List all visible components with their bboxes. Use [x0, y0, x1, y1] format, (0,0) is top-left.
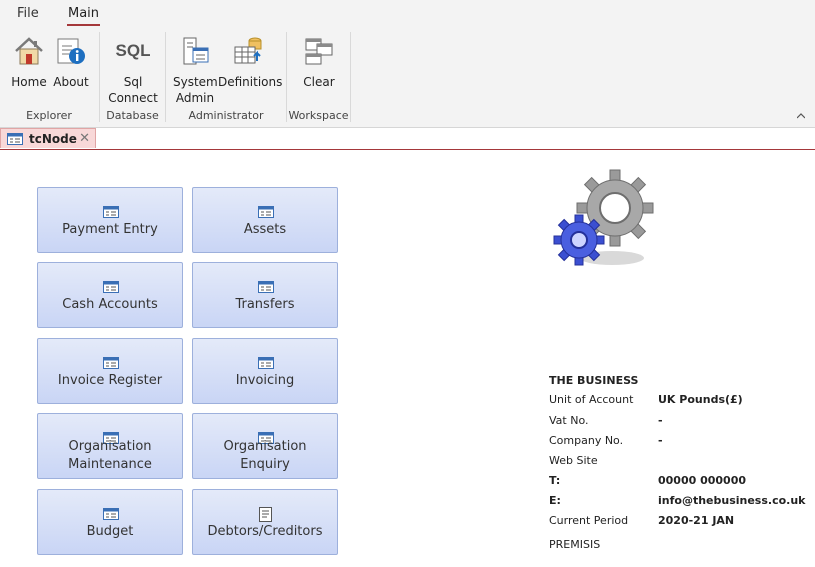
email-value: info@thebusiness.co.uk — [658, 494, 806, 507]
report-icon — [259, 507, 272, 522]
email-label: E: — [549, 494, 561, 507]
cash-accounts-button[interactable]: Cash Accounts — [37, 262, 183, 328]
payment-entry-button[interactable]: Payment Entry — [37, 187, 183, 253]
organisation-enquiry-button[interactable]: Organisation Enquiry — [192, 413, 338, 479]
payment-entry-label: Payment Entry — [62, 222, 158, 237]
business-name: THE BUSINESS — [549, 374, 639, 387]
website-row: Web Site — [549, 454, 809, 472]
clear-button[interactable]: Clear — [300, 34, 338, 90]
organisation-enquiry-label-2: Enquiry — [240, 457, 290, 472]
organisation-maintenance-label-1: Organisation — [68, 439, 152, 454]
unit-of-account-label: Unit of Account — [549, 393, 634, 406]
clear-label: Clear — [303, 75, 335, 89]
form-icon — [103, 281, 119, 293]
clear-workspace-icon — [300, 34, 338, 68]
company-no-label: Company No. — [549, 434, 624, 447]
organisation-enquiry-label-1: Organisation — [223, 439, 307, 454]
form-icon — [103, 206, 119, 218]
debtors-creditors-label: Debtors/Creditors — [207, 524, 323, 539]
form-icon — [7, 132, 23, 145]
premisis-label: PREMISIS — [549, 538, 601, 551]
debtors-creditors-button[interactable]: Debtors/Creditors — [192, 489, 338, 555]
sql-connect-label-2: Connect — [108, 91, 158, 105]
unit-of-account-value: UK Pounds(£) — [658, 393, 743, 406]
about-label: About — [53, 75, 89, 89]
form-icon — [258, 357, 274, 369]
document-tab-strip: tcNode ✕ — [0, 128, 815, 150]
vat-row: Vat No. - — [549, 414, 809, 432]
definitions-button[interactable]: Definitions — [218, 34, 283, 90]
vat-label: Vat No. — [549, 414, 589, 427]
company-no-value: - — [658, 434, 663, 447]
invoicing-label: Invoicing — [235, 373, 295, 388]
phone-label: T: — [549, 474, 561, 487]
phone-row: T: 00000 000000 — [549, 474, 809, 492]
home-label: Home — [11, 75, 47, 89]
menu-main[interactable]: Main — [66, 6, 101, 26]
cash-accounts-label: Cash Accounts — [62, 297, 158, 312]
system-admin-button[interactable]: System Admin — [173, 34, 218, 106]
vat-value: - — [658, 414, 663, 427]
assets-button[interactable]: Assets — [192, 187, 338, 253]
invoice-register-label: Invoice Register — [57, 373, 163, 388]
ribbon: File Main Home About Explorer SQL Sql Co… — [0, 0, 815, 128]
home-button[interactable]: Home — [9, 34, 49, 90]
menu-file[interactable]: File — [17, 6, 39, 21]
tab-tcnode[interactable]: tcNode ✕ — [0, 128, 96, 148]
website-label: Web Site — [549, 454, 598, 467]
form-icon — [258, 206, 274, 218]
collapse-ribbon-icon[interactable] — [797, 112, 805, 120]
form-icon — [103, 508, 119, 520]
group-label-workspace: Workspace — [288, 109, 349, 122]
email-row: E: info@thebusiness.co.uk — [549, 494, 809, 512]
group-separator — [350, 32, 351, 122]
budget-label: Budget — [86, 524, 134, 539]
sql-icon: SQL — [115, 41, 151, 60]
transfers-label: Transfers — [235, 297, 295, 312]
system-admin-label-1: System — [173, 75, 218, 89]
system-admin-label-2: Admin — [175, 91, 215, 105]
about-icon — [52, 34, 90, 68]
tab-title: tcNode — [29, 131, 77, 146]
definitions-label: Definitions — [218, 75, 283, 89]
organisation-maintenance-button[interactable]: Organisation Maintenance — [37, 413, 183, 479]
invoicing-button[interactable]: Invoicing — [192, 338, 338, 404]
home-icon — [9, 34, 49, 68]
current-period-row: Current Period 2020-21 JAN — [549, 514, 809, 532]
group-label-administrator: Administrator — [188, 109, 264, 122]
organisation-maintenance-label-2: Maintenance — [68, 457, 152, 472]
group-label-explorer: Explorer — [26, 109, 72, 122]
close-icon[interactable]: ✕ — [79, 131, 90, 146]
gears-logo-icon — [553, 169, 654, 266]
form-icon — [103, 357, 119, 369]
form-icon — [258, 281, 274, 293]
company-no-row: Company No. - — [549, 434, 809, 452]
definitions-icon — [218, 34, 278, 68]
sql-connect-button[interactable]: SQL Sql Connect — [106, 34, 160, 106]
current-period-label: Current Period — [549, 514, 629, 527]
phone-value: 00000 000000 — [658, 474, 747, 487]
unit-of-account-row: Unit of Account UK Pounds(£) — [549, 393, 809, 411]
invoice-register-button[interactable]: Invoice Register — [37, 338, 183, 404]
sql-connect-label-1: Sql — [123, 75, 143, 89]
assets-label: Assets — [243, 222, 287, 237]
system-admin-icon — [173, 34, 217, 68]
current-period-value: 2020-21 JAN — [658, 514, 735, 527]
about-button[interactable]: About — [52, 34, 90, 90]
transfers-button[interactable]: Transfers — [192, 262, 338, 328]
group-label-database: Database — [106, 109, 159, 122]
budget-button[interactable]: Budget — [37, 489, 183, 555]
